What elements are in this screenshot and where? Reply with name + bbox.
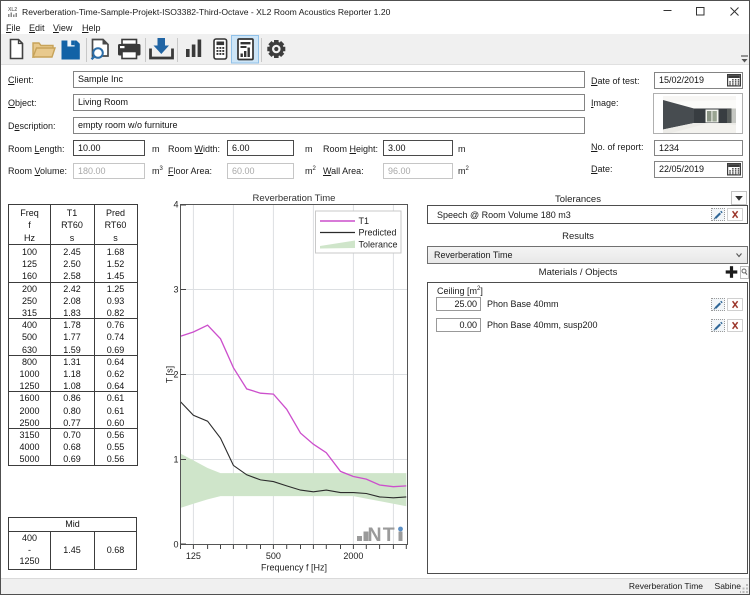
svg-text:2000: 2000 — [343, 551, 363, 561]
svg-text:T [s]: T [s] — [165, 366, 175, 383]
svg-text:Frequency f [Hz]: Frequency f [Hz] — [261, 563, 327, 573]
svg-text:500: 500 — [266, 551, 281, 561]
svg-text:0: 0 — [173, 540, 178, 550]
svg-text:Tolerance: Tolerance — [359, 240, 398, 250]
svg-text:Reverberation Time: Reverberation Time — [253, 193, 336, 204]
svg-text:1: 1 — [173, 455, 178, 465]
svg-text:XL2: XL2 — [8, 7, 17, 13]
svg-text:NT: NT — [368, 524, 396, 546]
svg-text:T1: T1 — [359, 216, 370, 226]
svg-text:4: 4 — [173, 200, 178, 210]
svg-text:3: 3 — [173, 285, 178, 295]
svg-text:125: 125 — [186, 551, 201, 561]
svg-text:Predicted: Predicted — [359, 228, 397, 238]
